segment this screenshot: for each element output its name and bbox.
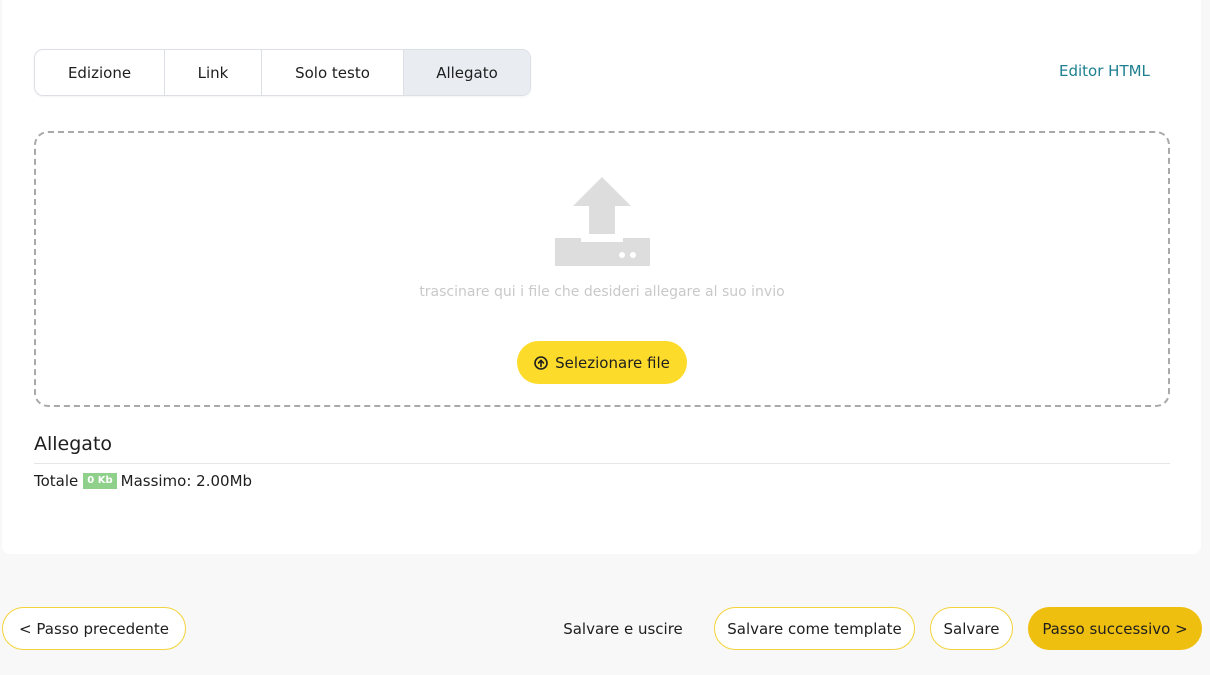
tab-solo-testo[interactable]: Solo testo xyxy=(262,50,404,95)
upload-tray-icon xyxy=(555,177,650,266)
tab-allegato[interactable]: Allegato xyxy=(404,50,530,95)
drop-hint-text: trascinare qui i file che desideri alleg… xyxy=(419,284,785,300)
select-file-label: Selezionare file xyxy=(555,353,670,372)
editor-html-link[interactable]: Editor HTML xyxy=(1059,62,1150,80)
previous-step-button[interactable]: < Passo precedente xyxy=(2,607,186,650)
next-step-button[interactable]: Passo successivo > xyxy=(1028,607,1202,650)
tab-link[interactable]: Link xyxy=(165,50,262,95)
save-button[interactable]: Salvare xyxy=(930,607,1013,650)
attachment-divider xyxy=(34,463,1170,464)
max-size-label: Massimo: 2.00Mb xyxy=(120,472,253,490)
select-file-button[interactable]: Selezionare file xyxy=(517,341,687,384)
total-size-badge: 0 Kb xyxy=(83,473,117,489)
tab-edizione[interactable]: Edizione xyxy=(35,50,165,95)
save-and-exit-button[interactable]: Salvare e uscire xyxy=(548,607,698,650)
upload-circle-icon xyxy=(534,355,548,370)
editor-tabs: Edizione Link Solo testo Allegato xyxy=(34,49,531,96)
attachment-title: Allegato xyxy=(34,433,113,455)
save-as-template-button[interactable]: Salvare come template xyxy=(714,607,915,650)
total-label: Totale xyxy=(34,472,79,490)
attachment-summary: Totale 0 Kb Massimo: 2.00Mb xyxy=(34,472,252,490)
